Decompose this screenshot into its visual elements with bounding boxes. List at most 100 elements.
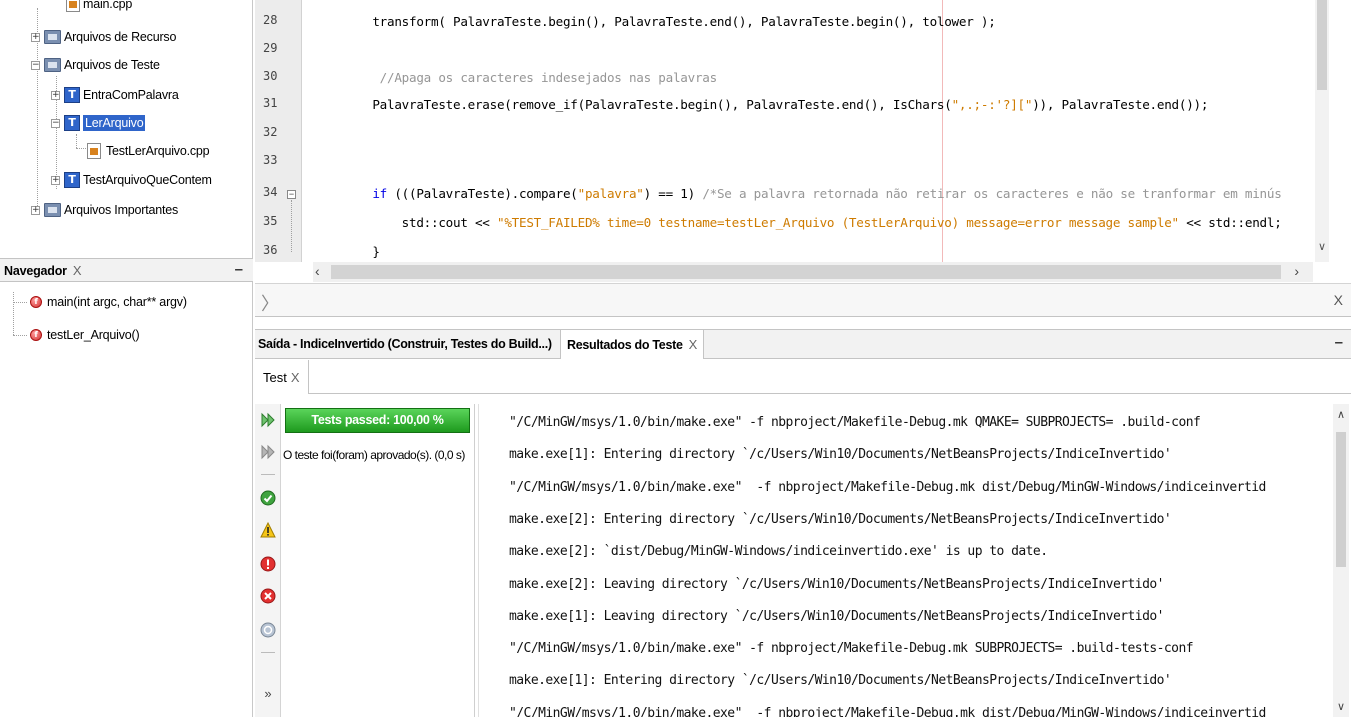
tree-item-arquivos-de-teste[interactable]: − Arquivos de Teste [31, 54, 160, 76]
minimize-button[interactable]: – [235, 261, 243, 278]
console-line: make.exe[1]: Entering directory `/c/User… [509, 447, 1172, 463]
expand-icon[interactable]: + [31, 32, 40, 42]
code-token: )), PalavraTeste.end()); [1032, 97, 1209, 112]
scroll-down-icon[interactable]: ∨ [1315, 240, 1329, 253]
code-editor[interactable]: 28 29 30 31 32 33 34 35 36 transform( PalavraTes… [255, 0, 1351, 262]
console-vertical-scrollbar[interactable]: ∧ ∨ [1333, 404, 1349, 717]
function-icon: f [30, 296, 42, 308]
line-number: 36 [263, 243, 278, 257]
line-number: 28 [263, 13, 278, 27]
breadcrumb-arrow-icon[interactable]: 〉 [261, 290, 279, 316]
test-summary[interactable]: O teste foi(foram) aprovado(s). (0,0 s) [283, 448, 465, 462]
code-token: //Apaga os caracteres indesejados nas pa… [343, 70, 718, 85]
navigator-title: Navegador [4, 263, 67, 278]
tree-item-arquivos-importantes[interactable]: + Arquivos Importantes [31, 199, 178, 221]
navigator-header: Navegador X – [0, 258, 253, 282]
cpp-file-icon [87, 143, 101, 159]
code-token: PalavraTeste.erase(remove_if(PalavraTest… [343, 97, 952, 112]
console-output[interactable]: "/C/MinGW/msys/1.0/bin/make.exe" -f nbpr… [478, 404, 1351, 717]
project-tree: main.cpp + Arquivos de Recurso − Arquivo… [0, 0, 253, 250]
scroll-down-icon[interactable]: ∨ [1337, 700, 1345, 713]
collapse-icon[interactable]: − [31, 60, 40, 70]
file-icon [66, 0, 80, 12]
line-number: 29 [263, 41, 278, 55]
folder-icon [44, 58, 61, 72]
scrollbar-thumb[interactable] [1317, 0, 1327, 90]
navigator-item-testler-arquivo[interactable]: f testLer_Arquivo() [30, 325, 140, 345]
code-line[interactable]: //Apaga os caracteres indesejados nas pa… [343, 70, 718, 85]
code-token: transform( PalavraTeste.begin(), Palavra… [343, 14, 996, 29]
scroll-right-icon[interactable]: › [1294, 263, 1299, 279]
tree-item-testlerarquivo-cpp[interactable]: TestLerArquivo.cpp [87, 140, 210, 162]
line-number-gutter: 28 29 30 31 32 33 34 35 36 [255, 0, 302, 262]
show-errors-icon[interactable] [260, 588, 276, 604]
editor-horizontal-scrollbar[interactable]: ‹ › [313, 262, 1313, 282]
tree-item-lerarquivo[interactable]: − T LerArquivo [51, 112, 146, 134]
scroll-up-icon[interactable]: ∧ [1337, 408, 1345, 421]
rerun-icon[interactable] [260, 412, 276, 428]
rerun-failed-icon[interactable] [260, 444, 276, 460]
line-number: 31 [263, 96, 278, 110]
tree-item-entracompalavra[interactable]: + T EntraComPalavra [51, 84, 179, 106]
code-token: } [343, 244, 380, 259]
progress-bar: Tests passed: 100,00 % [285, 408, 470, 433]
expand-icon[interactable]: + [51, 90, 60, 100]
test-folder-icon: T [64, 172, 80, 188]
console-line: make.exe[2]: Entering directory `/c/User… [509, 511, 1172, 527]
line-number: 35 [263, 214, 278, 228]
tree-item-arquivos-de-recurso[interactable]: + Arquivos de Recurso [31, 26, 176, 48]
close-icon[interactable]: X [291, 370, 300, 385]
code-token: std::cout << [343, 215, 497, 230]
code-line[interactable]: transform( PalavraTeste.begin(), Palavra… [343, 14, 996, 29]
function-icon: f [30, 329, 42, 341]
test-folder-icon: T [64, 115, 80, 131]
scrollbar-thumb[interactable] [1336, 432, 1346, 567]
test-toolbar: » [255, 404, 281, 717]
code-token: (((PalavraTeste).compare( [387, 186, 578, 201]
console-line: "/C/MinGW/msys/1.0/bin/make.exe" -f nbpr… [509, 641, 1194, 657]
console-line: "/C/MinGW/msys/1.0/bin/make.exe" -f nbpr… [509, 705, 1266, 717]
navigator-item-main[interactable]: f main(int argc, char** argv) [30, 292, 187, 312]
code-token: "palavra" [577, 186, 644, 201]
code-token: if [343, 186, 387, 201]
console-line: make.exe[1]: Entering directory `/c/User… [509, 673, 1172, 689]
close-icon[interactable]: X [1334, 292, 1343, 308]
tree-item-main-cpp[interactable]: main.cpp [66, 0, 132, 15]
collapse-icon[interactable]: − [51, 118, 60, 128]
tree-item-testarquivoquecontem[interactable]: + T TestArquivoQueContem [51, 169, 212, 191]
more-icon[interactable]: » [260, 686, 276, 702]
show-passed-icon[interactable] [260, 490, 276, 506]
test-folder-icon: T [64, 87, 80, 103]
expand-icon[interactable]: + [51, 175, 60, 185]
line-number: 32 [263, 125, 278, 139]
tab-test[interactable]: Test X [255, 360, 309, 394]
code-line[interactable]: } [343, 244, 380, 259]
show-aborted-icon[interactable] [260, 622, 276, 638]
editor-vertical-scrollbar[interactable] [1315, 0, 1329, 262]
show-warnings-icon[interactable] [260, 522, 276, 538]
code-token: << std::endl; [1178, 215, 1282, 230]
expand-icon[interactable]: + [31, 205, 40, 215]
close-icon[interactable]: X [689, 337, 698, 352]
test-results-panel: Tests passed: 100,00 % O teste foi(foram… [283, 404, 475, 717]
code-line[interactable]: std::cout << "%TEST_FAILED% time=0 testn… [343, 215, 1282, 230]
navigator-tab[interactable]: Navegador X [0, 263, 82, 278]
code-line[interactable]: if (((PalavraTeste).compare("palavra") =… [343, 186, 1281, 201]
fold-collapse-icon[interactable]: − [287, 190, 296, 199]
scrollbar-thumb[interactable] [331, 265, 1281, 279]
minimize-button[interactable]: – [1335, 334, 1343, 351]
line-number: 33 [263, 153, 278, 167]
show-failures-icon[interactable] [260, 556, 276, 572]
test-subtab-bar: Test X [255, 360, 1351, 394]
folder-icon [44, 30, 61, 44]
code-token: ",.;-:'?][" [951, 97, 1033, 112]
console-line: "/C/MinGW/msys/1.0/bin/make.exe" -f nbpr… [509, 415, 1201, 430]
console-line: make.exe[2]: `dist/Debug/MinGW-Windows/i… [509, 544, 1048, 560]
code-line[interactable]: PalavraTeste.erase(remove_if(PalavraTest… [343, 97, 1208, 112]
tab-test-results[interactable]: Resultados do Teste X [560, 330, 704, 359]
tab-output[interactable]: Saída - IndiceInvertido (Construir, Test… [258, 330, 552, 358]
console-line: make.exe[2]: Leaving directory `/c/Users… [509, 576, 1164, 592]
close-icon[interactable]: X [73, 263, 82, 278]
line-number: 30 [263, 69, 278, 83]
scroll-left-icon[interactable]: ‹ [315, 263, 320, 279]
